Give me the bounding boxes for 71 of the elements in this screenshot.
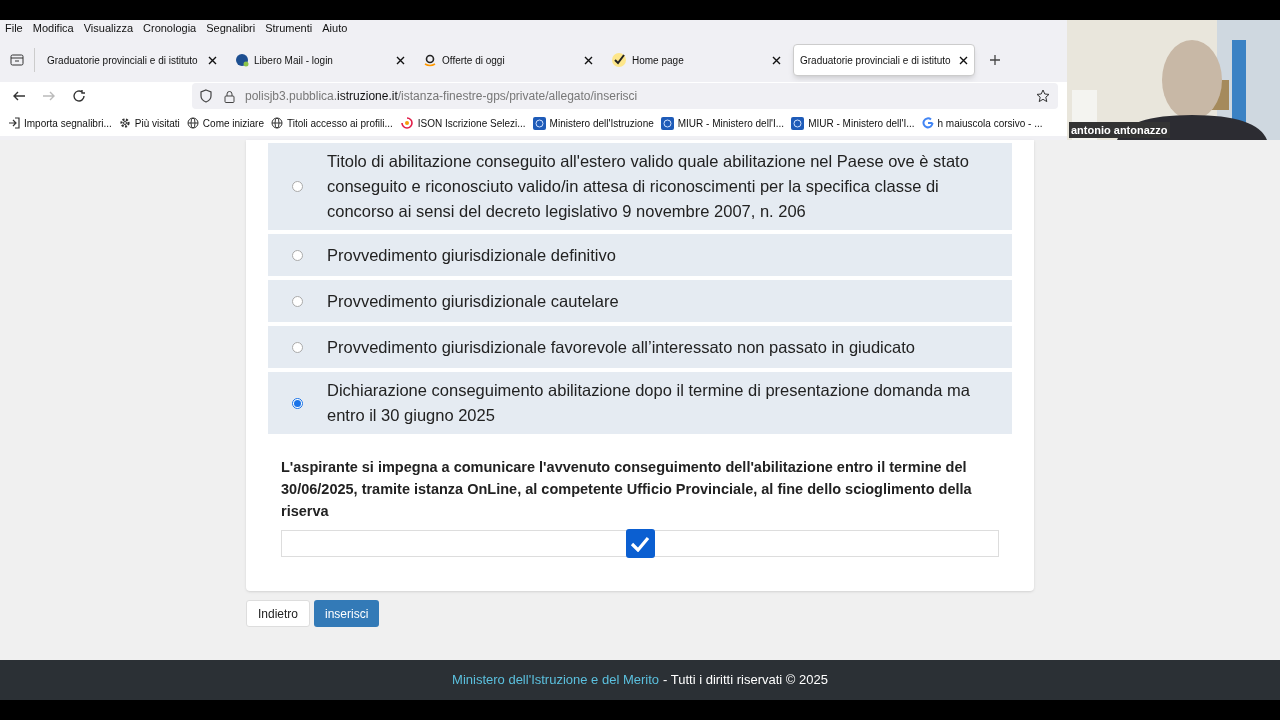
circle-logo-icon <box>235 53 249 67</box>
submit-button[interactable]: inserisci <box>314 600 380 627</box>
tab-title: Home page <box>632 53 685 68</box>
close-icon[interactable] <box>208 55 217 65</box>
menu-item[interactable]: Segnalibri <box>206 19 256 37</box>
option-row[interactable]: Provvedimento giurisdizionale favorevole all’interessato non passato in giudicato <box>268 326 1012 368</box>
g-logo-icon <box>921 117 934 129</box>
option-row[interactable]: Provvedimento giurisdizionale definitivo <box>268 234 1012 276</box>
tab-title: Libero Mail - login <box>254 53 334 68</box>
menu-item[interactable]: Modifica <box>32 19 74 37</box>
radio-button[interactable] <box>292 181 303 192</box>
option-row[interactable] <box>268 143 1012 230</box>
radio-button[interactable] <box>292 295 303 307</box>
menu-item[interactable]: Strumenti <box>265 19 313 37</box>
menu-item[interactable]: Visualizza <box>83 19 134 37</box>
tab-list-icon[interactable] <box>10 53 24 67</box>
radio-button[interactable] <box>292 341 303 353</box>
tab-title: Graduatorie provinciali e di istituto <box>47 53 199 68</box>
browser-tab[interactable]: Graduatorie provinciali e di istituto <box>793 44 975 76</box>
close-icon[interactable] <box>959 55 968 65</box>
bookmark[interactable]: Titoli accesso ai profili... <box>271 115 393 131</box>
bookmark[interactable]: Importa segnalibri... <box>8 115 112 131</box>
commitment-text: L'aspirante si impegna a comunicare l'avvenuto conseguimento dell'abilitazione entro il termine del 30/06/2025, tramite istanza OnLine, al competente Ufficio Provinciale, al fine dello scioglimento della riserva <box>280 458 973 521</box>
globe-icon <box>186 117 199 129</box>
emblem-icon <box>660 116 674 130</box>
option-label: Provvedimento giurisdizionale definitivo <box>327 244 617 266</box>
bookmark[interactable]: h maiuscola corsivo - ... <box>921 115 1043 131</box>
option-label: Titolo di abilitazione conseguito all'estero valido quale abilitazione nel Paese ove è stato conseguito e riconosciuto valido/in attesa di riconoscimenti per la specifica classe di concorso ai sensi del decreto legislativo 9 novembre 2007, n. 206 <box>327 151 970 222</box>
option-row[interactable]: Provvedimento giurisdizionale cautelare <box>268 280 1012 322</box>
shield-icon <box>200 89 212 103</box>
gear-icon <box>118 117 131 129</box>
emblem-icon <box>791 116 805 130</box>
copyright-text: - Tutti i diritti riservati © 2025 <box>663 671 828 690</box>
check-badge-icon <box>611 52 627 68</box>
bookmark[interactable]: Più visitati <box>118 115 180 131</box>
bookmark[interactable]: Ministero dell'Istruzione <box>532 115 654 131</box>
import-icon <box>8 117 20 129</box>
globe-icon <box>271 117 283 129</box>
check-icon <box>630 535 650 552</box>
checkbox-field[interactable] <box>281 530 999 557</box>
checkbox[interactable] <box>625 529 655 558</box>
option-label: Provvedimento giurisdizionale cautelare <box>327 290 620 312</box>
swirl-logo-icon <box>399 117 414 129</box>
letter-logo-icon <box>423 53 437 67</box>
lock-icon <box>224 89 235 103</box>
new-tab-icon[interactable] <box>989 54 1001 66</box>
url-text: polisjb3.pubblica.istruzione.it/istanza-finestre-gps/private/allegato/inserisci <box>245 88 638 105</box>
radio-button[interactable] <box>292 249 303 261</box>
tab-title: Graduatorie provinciali e di istituto <box>800 53 952 68</box>
star-icon[interactable] <box>1036 89 1050 103</box>
menu-item[interactable]: File <box>5 19 23 37</box>
option-label: Dichiarazione conseguimento abilitazione dopo il termine di presentazione domanda ma entro il 30 giugno 2025 <box>327 380 971 426</box>
menu-item[interactable]: Aiuto <box>322 19 348 37</box>
bookmark[interactable]: MIUR - Ministero dell'I... <box>660 115 785 131</box>
reload-icon[interactable] <box>72 89 86 103</box>
option-row[interactable]: Dichiarazione conseguimento abilitazione dopo il termine di presentazione domanda ma entro il 30 giugno 2025 <box>268 372 1012 434</box>
close-icon[interactable] <box>584 55 593 65</box>
option-label: Provvedimento giurisdizionale favorevole all’interessato non passato in giudicato <box>327 336 916 358</box>
radio-button[interactable] <box>292 397 303 409</box>
footer-link[interactable]: Ministero dell'Istruzione e del Merito <box>452 670 660 690</box>
close-icon[interactable] <box>396 55 405 65</box>
back-button[interactable]: Indietro <box>246 600 311 627</box>
bookmark[interactable]: MIUR - Ministero dell'I... <box>791 115 915 131</box>
tab-title: Offerte di oggi <box>442 53 506 68</box>
emblem-icon <box>532 116 546 130</box>
close-icon[interactable] <box>772 55 781 65</box>
bookmark[interactable]: Come iniziare <box>186 115 264 131</box>
address-bar[interactable]: polisjb3.pubblica.istruzione.it/istanza-finestre-gps/private/allegato/inserisci <box>192 83 1058 109</box>
back-icon[interactable] <box>12 89 26 103</box>
menu-item[interactable]: Cronologia <box>143 19 197 37</box>
bookmark[interactable]: ISON Iscrizione Selezi... <box>399 115 526 131</box>
